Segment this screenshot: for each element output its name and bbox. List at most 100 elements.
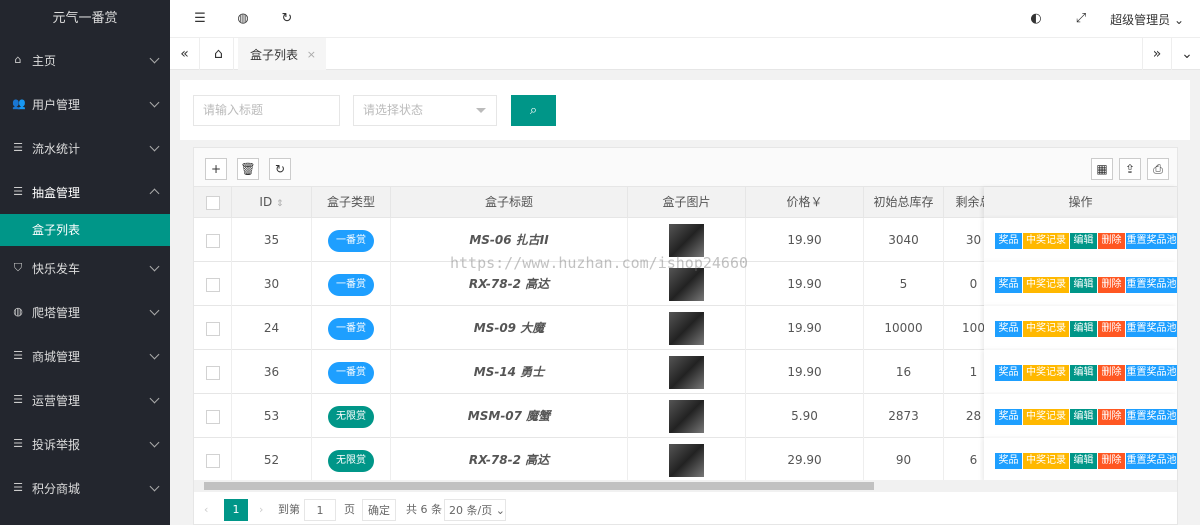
globe-icon[interactable]: ◍ [235, 11, 251, 27]
home-tab-icon[interactable]: ⌂ [204, 38, 234, 70]
sidebar-item-2[interactable]: ☰ 流水统计 [0, 126, 170, 170]
header-id[interactable]: ID ⇕ [232, 187, 312, 218]
reset-pool-button[interactable]: 重置奖品池 [1126, 453, 1177, 469]
refresh-icon[interactable]: ↻ [279, 11, 295, 27]
reset-pool-button[interactable]: 重置奖品池 [1126, 365, 1177, 381]
delete-button[interactable]: 删除 [1098, 365, 1125, 381]
tab-box-list[interactable]: 盒子列表 × [238, 38, 326, 70]
row-select[interactable] [194, 262, 232, 306]
close-icon[interactable]: × [307, 40, 316, 70]
row-select[interactable] [194, 306, 232, 350]
win-record-button[interactable]: 中奖记录 [1023, 409, 1069, 425]
sidebar-item-3[interactable]: ☰ 抽盒管理 [0, 170, 170, 214]
edit-button[interactable]: 编辑 [1070, 321, 1097, 337]
prize-button[interactable]: 奖品 [995, 409, 1022, 425]
win-record-button[interactable]: 中奖记录 [1023, 365, 1069, 381]
reset-pool-button[interactable]: 重置奖品池 [1126, 409, 1177, 425]
box-thumbnail[interactable] [669, 400, 704, 433]
delete-button[interactable]: 删除 [1098, 233, 1125, 249]
add-icon[interactable]: + [205, 158, 227, 180]
print-icon[interactable]: ⎙ [1147, 158, 1169, 180]
sidebar-item-label: 运营管理 [32, 393, 81, 408]
prize-button[interactable]: 奖品 [995, 277, 1022, 293]
reset-pool-button[interactable]: 重置奖品池 [1126, 277, 1177, 293]
win-record-button[interactable]: 中奖记录 [1023, 321, 1069, 337]
menu-collapse-icon[interactable]: ☰ [192, 11, 208, 27]
fullscreen-icon[interactable]: ⤢ [1073, 11, 1089, 27]
row-checkbox[interactable] [205, 365, 220, 380]
delete-button[interactable]: 删除 [1098, 277, 1125, 293]
delete-button[interactable]: 删除 [1098, 321, 1125, 337]
win-record-button[interactable]: 中奖记录 [1023, 277, 1069, 293]
sort-icon[interactable]: ⇕ [276, 199, 284, 209]
select-all-checkbox[interactable] [205, 195, 220, 210]
next-page-icon[interactable]: › [259, 499, 263, 521]
sidebar-item-5[interactable]: ◍ 爬塔管理 [0, 290, 170, 334]
sidebar-item-6[interactable]: ☰ 商城管理 [0, 334, 170, 378]
row-checkbox[interactable] [205, 233, 220, 248]
sidebar-item-4[interactable]: ⛉ 快乐发车 [0, 246, 170, 290]
win-record-button[interactable]: 中奖记录 [1023, 233, 1069, 249]
sidebar-item-7[interactable]: ☰ 运营管理 [0, 378, 170, 422]
delete-button[interactable]: 删除 [1098, 409, 1125, 425]
prize-button[interactable]: 奖品 [995, 453, 1022, 469]
row-select[interactable] [194, 350, 232, 394]
cell-price: 5.90 [746, 394, 864, 438]
row-select[interactable] [194, 438, 232, 482]
table-header: ID ⇕ 盒子类型 盒子标题 盒子图片 价格￥ 初始总库存 剩余总 操作 [194, 187, 1177, 218]
user-menu[interactable]: 超级管理员 ⌄ [1110, 11, 1184, 28]
row-checkbox[interactable] [205, 321, 220, 336]
page-1[interactable]: 1 [224, 499, 248, 521]
tabs-right-icon[interactable]: » [1142, 38, 1172, 70]
tabs-menu-icon[interactable]: ⌄ [1172, 38, 1200, 70]
box-thumbnail[interactable] [669, 224, 704, 257]
sidebar-subitem-box-list[interactable]: 盒子列表 [0, 214, 170, 246]
tabs-bar: « ⌂ 盒子列表 × » ⌄ [170, 38, 1200, 70]
row-checkbox[interactable] [205, 409, 220, 424]
edit-button[interactable]: 编辑 [1070, 233, 1097, 249]
row-select[interactable] [194, 218, 232, 262]
sidebar-item-9[interactable]: ☰ 积分商城 [0, 466, 170, 510]
cell-ops: 奖品 中奖记录 编辑 删除 重置奖品池 [984, 350, 1177, 394]
horizontal-scrollbar[interactable] [194, 480, 1177, 492]
prize-button[interactable]: 奖品 [995, 233, 1022, 249]
confirm-button[interactable]: 确定 [362, 499, 396, 521]
status-select[interactable]: 请选择状态 [353, 95, 497, 126]
trash-icon[interactable]: 🗑 [237, 158, 259, 180]
prize-button[interactable]: 奖品 [995, 321, 1022, 337]
sidebar-item-1[interactable]: 👥 用户管理 [0, 82, 170, 126]
box-thumbnail[interactable] [669, 356, 704, 389]
win-record-button[interactable]: 中奖记录 [1023, 453, 1069, 469]
row-select[interactable] [194, 394, 232, 438]
select-all[interactable] [194, 187, 232, 218]
columns-icon[interactable]: ▦ [1091, 158, 1113, 180]
reset-pool-button[interactable]: 重置奖品池 [1126, 233, 1177, 249]
scrollbar-thumb[interactable] [204, 482, 874, 490]
page-size-select[interactable]: 20 条/页 ⌄ [444, 499, 506, 521]
row-checkbox[interactable] [205, 453, 220, 468]
cell-price: 19.90 [746, 262, 864, 306]
edit-button[interactable]: 编辑 [1070, 453, 1097, 469]
box-thumbnail[interactable] [669, 268, 704, 301]
reset-pool-button[interactable]: 重置奖品池 [1126, 321, 1177, 337]
title-search-input[interactable]: 请输入标题 [193, 95, 340, 126]
export-icon[interactable]: ⇪ [1119, 158, 1141, 180]
sidebar-item-0[interactable]: ⌂ 主页 [0, 38, 170, 82]
goto-page-input[interactable]: 1 [304, 499, 336, 521]
box-thumbnail[interactable] [669, 444, 704, 477]
refresh-icon[interactable]: ↻ [269, 158, 291, 180]
edit-button[interactable]: 编辑 [1070, 409, 1097, 425]
delete-button[interactable]: 删除 [1098, 453, 1125, 469]
box-thumbnail[interactable] [669, 312, 704, 345]
search-button[interactable]: ⌕ [511, 95, 556, 126]
edit-button[interactable]: 编辑 [1070, 365, 1097, 381]
cell-stock: 2873 [864, 394, 944, 438]
prize-button[interactable]: 奖品 [995, 365, 1022, 381]
tabs-left-icon[interactable]: « [170, 38, 200, 70]
prev-page-icon[interactable]: ‹ [204, 499, 208, 521]
edit-button[interactable]: 编辑 [1070, 277, 1097, 293]
row-checkbox[interactable] [205, 277, 220, 292]
type-badge: 一番赏 [328, 361, 374, 384]
theme-icon[interactable]: ◐ [1028, 11, 1044, 27]
sidebar-item-8[interactable]: ☰ 投诉举报 [0, 422, 170, 466]
